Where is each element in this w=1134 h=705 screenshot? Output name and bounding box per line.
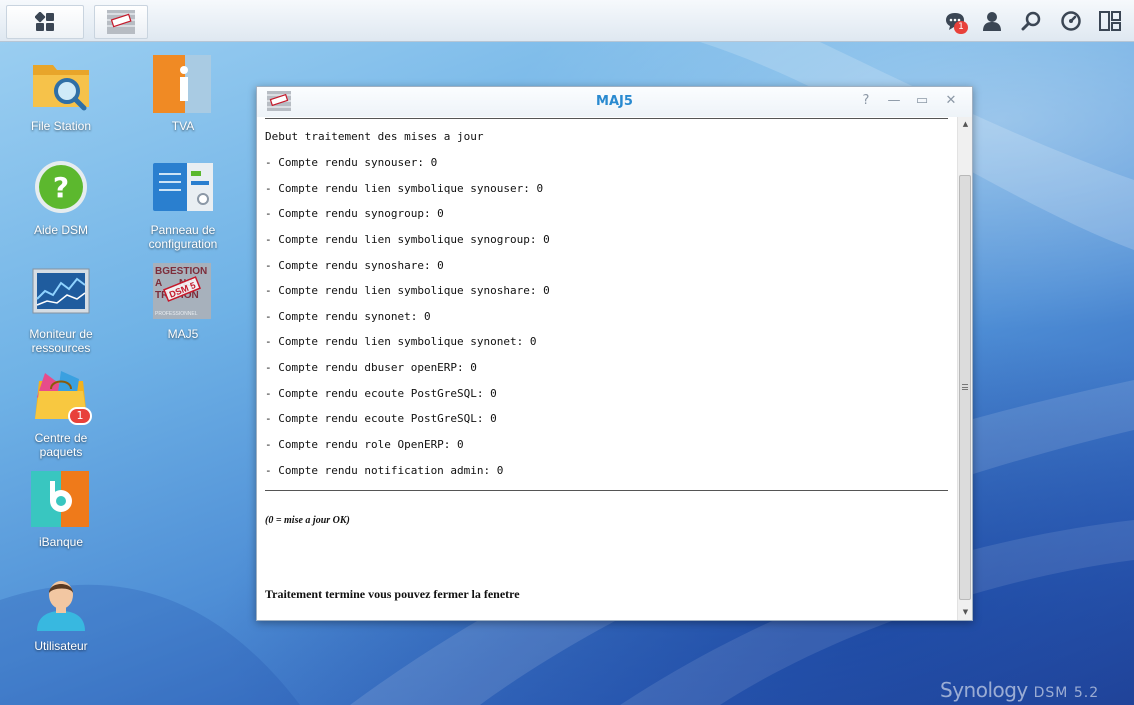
dashboard-icon bbox=[1061, 11, 1081, 31]
desktop-icon-label: Utilisateur bbox=[34, 639, 88, 653]
notifications-button[interactable]: 1 bbox=[942, 8, 968, 34]
desktop-icon-label: Aide DSM bbox=[33, 223, 89, 237]
dashboard-button[interactable] bbox=[1058, 8, 1084, 34]
maj5-icon-text: A bbox=[155, 278, 162, 289]
control-panel-icon bbox=[153, 163, 213, 211]
maj5-app-icon bbox=[107, 10, 135, 34]
desktop-icon-label: iBanque bbox=[38, 535, 84, 549]
user-button[interactable] bbox=[979, 8, 1005, 34]
taskbar-app-maj5[interactable] bbox=[94, 5, 148, 39]
log-line: Debut traitement des mises a jour bbox=[265, 130, 484, 143]
svg-text:?: ? bbox=[53, 171, 69, 204]
desktop-icon-maj5[interactable]: BGESTION A NS TRATION DSM 5 PROFESSIONNE… bbox=[128, 263, 238, 341]
desktop-icon-panneau-configuration[interactable]: Panneau de configuration bbox=[128, 159, 238, 251]
grid-icon bbox=[35, 12, 54, 31]
desktop-icon-moniteur-ressources[interactable]: Moniteur de ressources bbox=[6, 263, 116, 355]
ibanque-icon bbox=[31, 471, 89, 527]
info-app-icon bbox=[153, 55, 211, 113]
log-line: - Compte rendu lien symbolique synouser:… bbox=[265, 182, 544, 195]
close-button[interactable]: ✕ bbox=[943, 93, 959, 109]
log-line: - Compte rendu synogroup: 0 bbox=[265, 207, 444, 220]
desktop-icon-label: Panneau de configuration bbox=[148, 223, 218, 251]
window-titlebar[interactable]: MAJ5 ? — ▭ ✕ bbox=[257, 87, 972, 117]
vertical-scrollbar[interactable]: ▲ ▼ bbox=[957, 117, 972, 620]
desktop-icon-utilisateur[interactable]: Utilisateur bbox=[6, 575, 116, 653]
divider bbox=[265, 118, 948, 119]
maj5-icon-text: BGESTION bbox=[155, 266, 207, 277]
taskbar: 1 bbox=[0, 0, 1134, 42]
maj5-app-icon: BGESTION A NS TRATION DSM 5 PROFESSIONNE… bbox=[153, 263, 211, 319]
scroll-thumb[interactable] bbox=[959, 175, 971, 600]
log-line: - Compte rendu synouser: 0 bbox=[265, 156, 438, 169]
desktop-icon-label: MAJ5 bbox=[167, 327, 199, 341]
log-line: - Compte rendu ecoute PostGreSQL: 0 bbox=[265, 387, 497, 400]
desktop-icon-label: Centre de paquets bbox=[34, 431, 88, 459]
main-menu-button[interactable] bbox=[6, 5, 84, 39]
desktop-icon-tva[interactable]: TVA bbox=[128, 55, 238, 133]
status-note: (0 = mise a jour OK) bbox=[265, 515, 350, 526]
scroll-down-icon[interactable]: ▼ bbox=[958, 605, 973, 619]
desktop-icon-aide-dsm[interactable]: ? Aide DSM bbox=[6, 159, 116, 237]
grip-icon bbox=[962, 384, 968, 390]
log-line: - Compte rendu dbuser openERP: 0 bbox=[265, 361, 477, 374]
user-app-icon bbox=[37, 581, 85, 631]
brand-version: DSM 5.2 bbox=[1033, 685, 1100, 701]
desktop-icon-label: TVA bbox=[171, 119, 195, 133]
search-icon bbox=[1021, 11, 1041, 31]
window-content: Debut traitement des mises a jour - Comp… bbox=[257, 117, 957, 622]
folder-search-icon bbox=[33, 65, 89, 111]
widgets-icon bbox=[1099, 11, 1121, 31]
maj5-icon-text: PROFESSIONNEL bbox=[155, 311, 198, 317]
brand-watermark: Synology DSM 5.2 bbox=[940, 678, 1099, 702]
log-line: - Compte rendu lien symbolique synogroup… bbox=[265, 233, 550, 246]
widgets-button[interactable] bbox=[1097, 8, 1123, 34]
final-message: Traitement termine vous pouvez fermer la… bbox=[265, 587, 520, 601]
user-icon bbox=[983, 12, 1001, 31]
brand-name: Synology bbox=[940, 678, 1028, 702]
resource-monitor-icon bbox=[32, 268, 90, 314]
minimize-button[interactable]: — bbox=[886, 93, 902, 109]
notification-badge: 1 bbox=[954, 21, 968, 34]
maj5-window: MAJ5 ? — ▭ ✕ Debut traitement des mises … bbox=[256, 86, 973, 621]
desktop-icon-label: Moniteur de ressources bbox=[29, 327, 93, 355]
desktop-icon-ibanque[interactable]: iBanque bbox=[6, 471, 116, 549]
desktop-icon-centre-paquets[interactable]: 1 Centre de paquets bbox=[6, 367, 116, 459]
desktop-icon-label: File Station bbox=[30, 119, 92, 133]
package-center-badge: 1 bbox=[68, 407, 92, 425]
desktop-icon-file-station[interactable]: File Station bbox=[6, 55, 116, 133]
divider bbox=[265, 490, 948, 491]
search-button[interactable] bbox=[1018, 8, 1044, 34]
log-line: - Compte rendu notification admin: 0 bbox=[265, 464, 504, 477]
log-line: - Compte rendu synoshare: 0 bbox=[265, 259, 444, 272]
log-line: - Compte rendu role OpenERP: 0 bbox=[265, 438, 464, 451]
maximize-button[interactable]: ▭ bbox=[914, 93, 930, 109]
log-line: - Compte rendu synonet: 0 bbox=[265, 310, 431, 323]
log-line: - Compte rendu lien symbolique synoshare… bbox=[265, 284, 550, 297]
log-line: - Compte rendu ecoute PostGreSQL: 0 bbox=[265, 412, 497, 425]
scroll-up-icon[interactable]: ▲ bbox=[958, 117, 973, 131]
help-button[interactable]: ? bbox=[858, 93, 874, 109]
help-icon: ? bbox=[35, 161, 87, 213]
log-line: - Compte rendu lien symbolique synonet: … bbox=[265, 335, 537, 348]
